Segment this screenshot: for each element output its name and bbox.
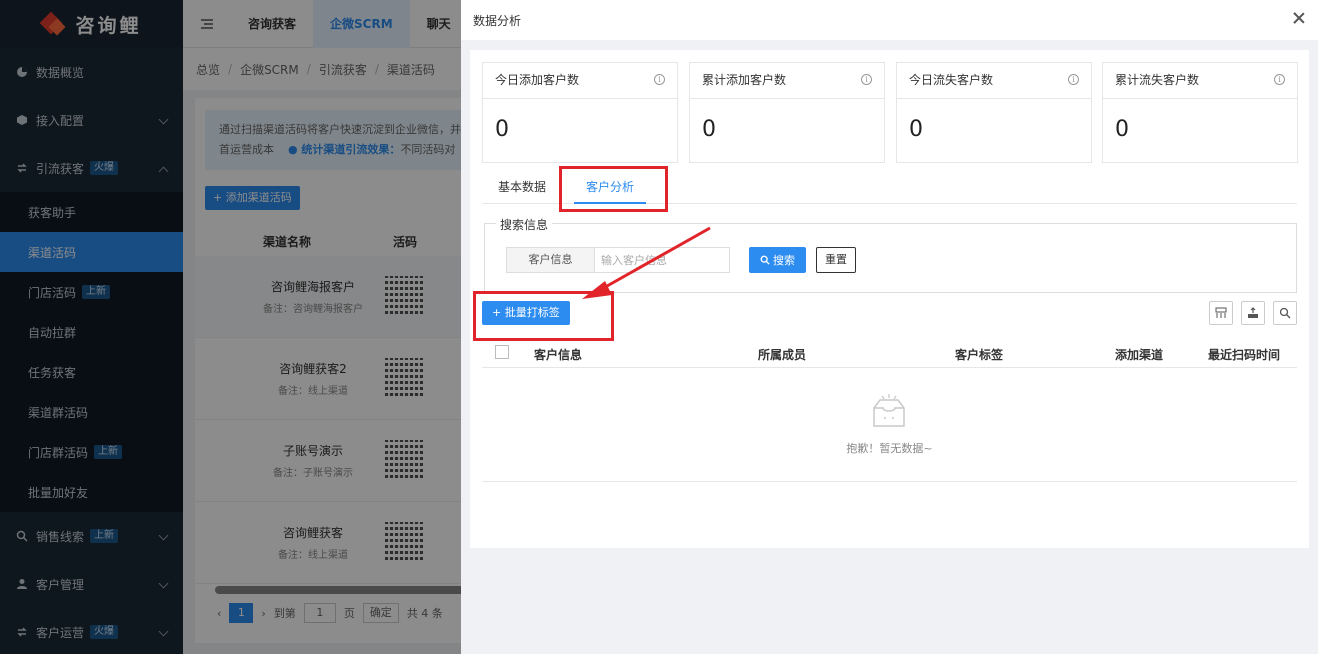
stat-card: 今日流失客户数 i 0 (896, 62, 1092, 163)
drawer-header: 数据分析 (461, 0, 1318, 40)
stat-value: 0 (909, 117, 923, 142)
info-icon[interactable]: i (1068, 74, 1079, 85)
stat-title: 今日添加客户数 (483, 63, 677, 99)
column-header: 最近扫码时间 (1208, 348, 1281, 362)
search-button-label: 搜索 (773, 254, 795, 267)
column-settings-button[interactable] (1209, 301, 1233, 325)
customer-info-input[interactable] (594, 247, 730, 273)
column-header: 添加渠道 (1115, 348, 1164, 362)
column-header: 客户信息 (534, 348, 583, 362)
columns-icon (1215, 307, 1227, 318)
data-analysis-drawer: 数据分析 今日添加客户数 i 0 累计添加客户数 i 0 今日流失客户数 i 0… (461, 0, 1318, 654)
search-button[interactable]: 搜索 (749, 247, 806, 273)
highlight-box (559, 166, 668, 212)
analysis-panel: 今日添加客户数 i 0 累计添加客户数 i 0 今日流失客户数 i 0 累计流失… (470, 50, 1309, 548)
tab-basic-data[interactable]: 基本数据 (498, 172, 546, 204)
stat-card: 累计添加客户数 i 0 (689, 62, 885, 163)
stat-title: 今日流失客户数 (897, 63, 1091, 99)
search-icon (760, 255, 770, 265)
customer-table-header: 客户信息 所属成员 客户标签 添加渠道 最近扫码时间 (482, 338, 1297, 368)
export-button[interactable] (1241, 301, 1265, 325)
column-header: 客户标签 (955, 348, 1004, 362)
stat-value: 0 (1115, 117, 1129, 142)
stat-title: 累计添加客户数 (690, 63, 884, 99)
highlight-box (473, 291, 614, 341)
empty-state: 抱歉！暂无数据~ (482, 368, 1297, 482)
search-icon (1279, 307, 1291, 319)
toggle-search-button[interactable] (1273, 301, 1297, 325)
stat-card: 累计流失客户数 i 0 (1102, 62, 1298, 163)
stat-card: 今日添加客户数 i 0 (482, 62, 678, 163)
info-icon[interactable]: i (654, 74, 665, 85)
empty-text: 抱歉！暂无数据~ (846, 442, 933, 455)
customer-info-field: 客户信息 (506, 247, 730, 273)
stat-value: 0 (495, 117, 509, 142)
search-legend: 搜索信息 (496, 216, 553, 233)
empty-box-icon (873, 394, 905, 427)
info-icon[interactable]: i (861, 74, 872, 85)
stat-value: 0 (702, 117, 716, 142)
column-header: 所属成员 (758, 348, 807, 362)
close-icon[interactable] (1292, 11, 1306, 25)
reset-button[interactable]: 重置 (816, 247, 856, 273)
field-label: 客户信息 (506, 247, 594, 273)
select-all-checkbox[interactable] (495, 345, 509, 359)
info-icon[interactable]: i (1274, 74, 1285, 85)
stat-title: 累计流失客户数 (1103, 63, 1297, 99)
drawer-title: 数据分析 (473, 13, 522, 28)
export-icon (1248, 307, 1258, 318)
